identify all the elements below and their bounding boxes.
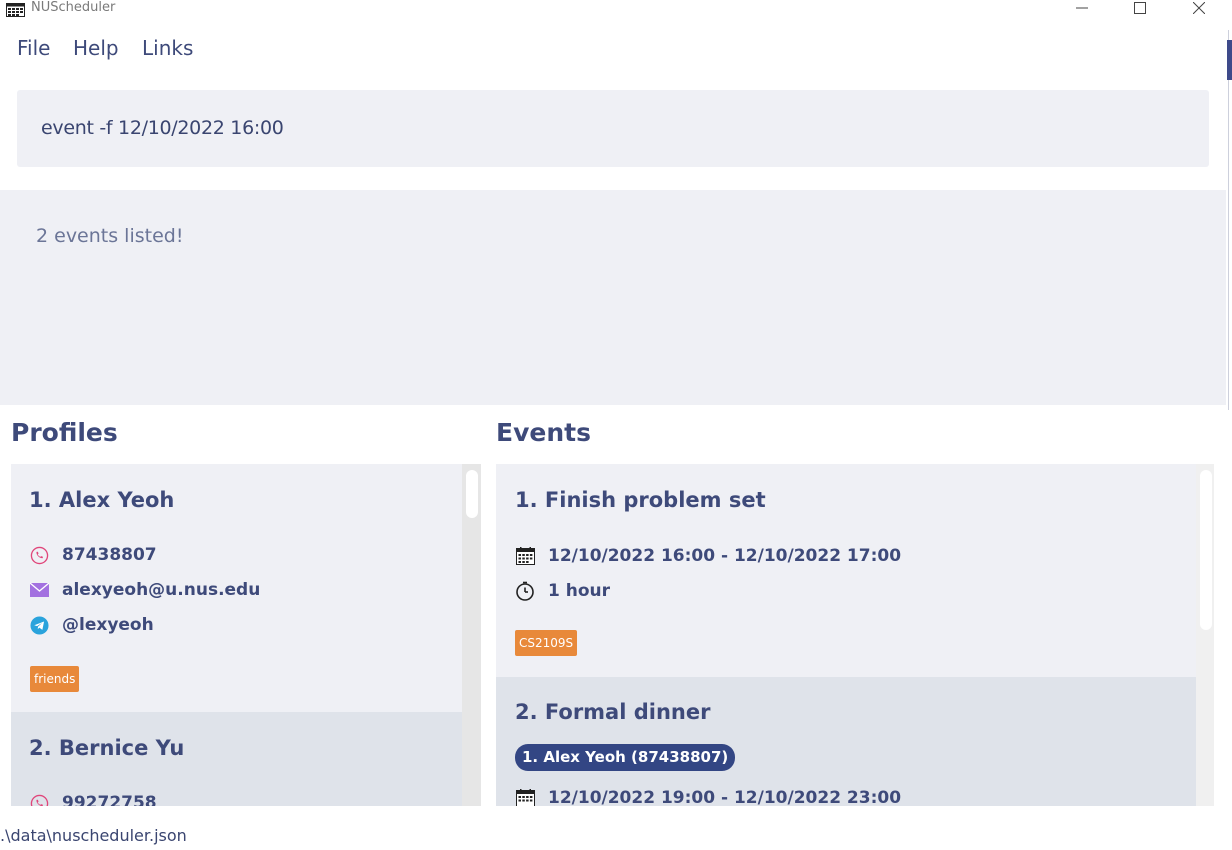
events-scrollbar[interactable] (1196, 464, 1214, 806)
mail-icon (29, 580, 49, 600)
profiles-list[interactable]: 1. Alex Yeoh 87438807 alexyeoh@u.nus.edu… (11, 464, 481, 806)
profile-email: alexyeoh@u.nus.edu (62, 580, 261, 600)
profile-card-2[interactable]: 2. Bernice Yu 99272758 (11, 712, 462, 806)
event-datetime-row: 12/10/2022 19:00 - 12/10/2022 23:00 (515, 788, 901, 806)
profiles-scroll-thumb[interactable] (466, 470, 478, 518)
profile-phone: 99272758 (62, 793, 157, 806)
profiles-heading: Profiles (11, 418, 118, 447)
calendar-icon (515, 788, 535, 806)
event-tag: CS2109S (515, 630, 578, 656)
result-message: 2 events listed! (36, 225, 184, 247)
edge-accent (1227, 40, 1232, 80)
profile-phone: 87438807 (62, 545, 157, 565)
event-duration-row: 1 hour (515, 581, 610, 601)
calendar-app-icon (6, 2, 25, 17)
event-duration: 1 hour (548, 581, 611, 601)
window-title: NUScheduler (31, 0, 116, 15)
events-heading: Events (496, 418, 591, 447)
event-datetime: 12/10/2022 16:00 - 12/10/2022 17:00 (548, 546, 902, 566)
event-attendee-pill[interactable]: 1. Alex Yeoh (87438807) (515, 744, 736, 771)
edge-divider (1228, 30, 1229, 410)
profile-email-row: alexyeoh@u.nus.edu (29, 580, 260, 600)
event-title: 1. Finish problem set (515, 488, 766, 512)
event-card-1[interactable]: 1. Finish problem set 12/10/2022 16:00 -… (496, 464, 1196, 677)
phone-icon (29, 545, 49, 565)
command-input-value: event -f 12/10/2022 16:00 (41, 117, 284, 139)
events-list[interactable]: 1. Finish problem set 12/10/2022 16:00 -… (496, 464, 1214, 806)
event-title: 2. Formal dinner (515, 700, 711, 724)
profile-card-1[interactable]: 1. Alex Yeoh 87438807 alexyeoh@u.nus.edu… (11, 464, 462, 712)
event-datetime: 12/10/2022 19:00 - 12/10/2022 23:00 (548, 788, 902, 806)
phone-icon (29, 793, 49, 806)
maximize-button[interactable] (1120, 0, 1160, 16)
profile-telegram: @lexyeoh (62, 615, 154, 635)
timer-icon (515, 581, 535, 601)
profile-name: 2. Bernice Yu (29, 736, 185, 760)
profile-phone-row: 99272758 (29, 793, 157, 806)
event-datetime-row: 12/10/2022 16:00 - 12/10/2022 17:00 (515, 546, 901, 566)
profile-name: 1. Alex Yeoh (29, 488, 175, 512)
result-display: 2 events listed! (0, 190, 1226, 405)
close-button[interactable] (1179, 0, 1219, 16)
status-file-path: .\data\nuscheduler.json (0, 826, 187, 845)
menu-help[interactable]: Help (73, 34, 119, 62)
profiles-scrollbar[interactable] (462, 464, 481, 806)
profile-telegram-row: @lexyeoh (29, 615, 154, 635)
menu-links[interactable]: Links (142, 34, 193, 62)
profile-phone-row: 87438807 (29, 545, 157, 565)
event-card-2[interactable]: 2. Formal dinner 1. Alex Yeoh (87438807)… (496, 677, 1196, 806)
profile-tag: friends (30, 666, 80, 692)
calendar-icon (515, 546, 535, 566)
menu-file[interactable]: File (17, 34, 50, 62)
events-scroll-thumb[interactable] (1200, 470, 1212, 630)
telegram-icon (29, 615, 49, 635)
command-input[interactable]: event -f 12/10/2022 16:00 (17, 90, 1209, 167)
title-bar: NUScheduler (0, 0, 1228, 18)
minimize-button[interactable] (1062, 0, 1102, 16)
right-window-edge (1226, 30, 1232, 850)
